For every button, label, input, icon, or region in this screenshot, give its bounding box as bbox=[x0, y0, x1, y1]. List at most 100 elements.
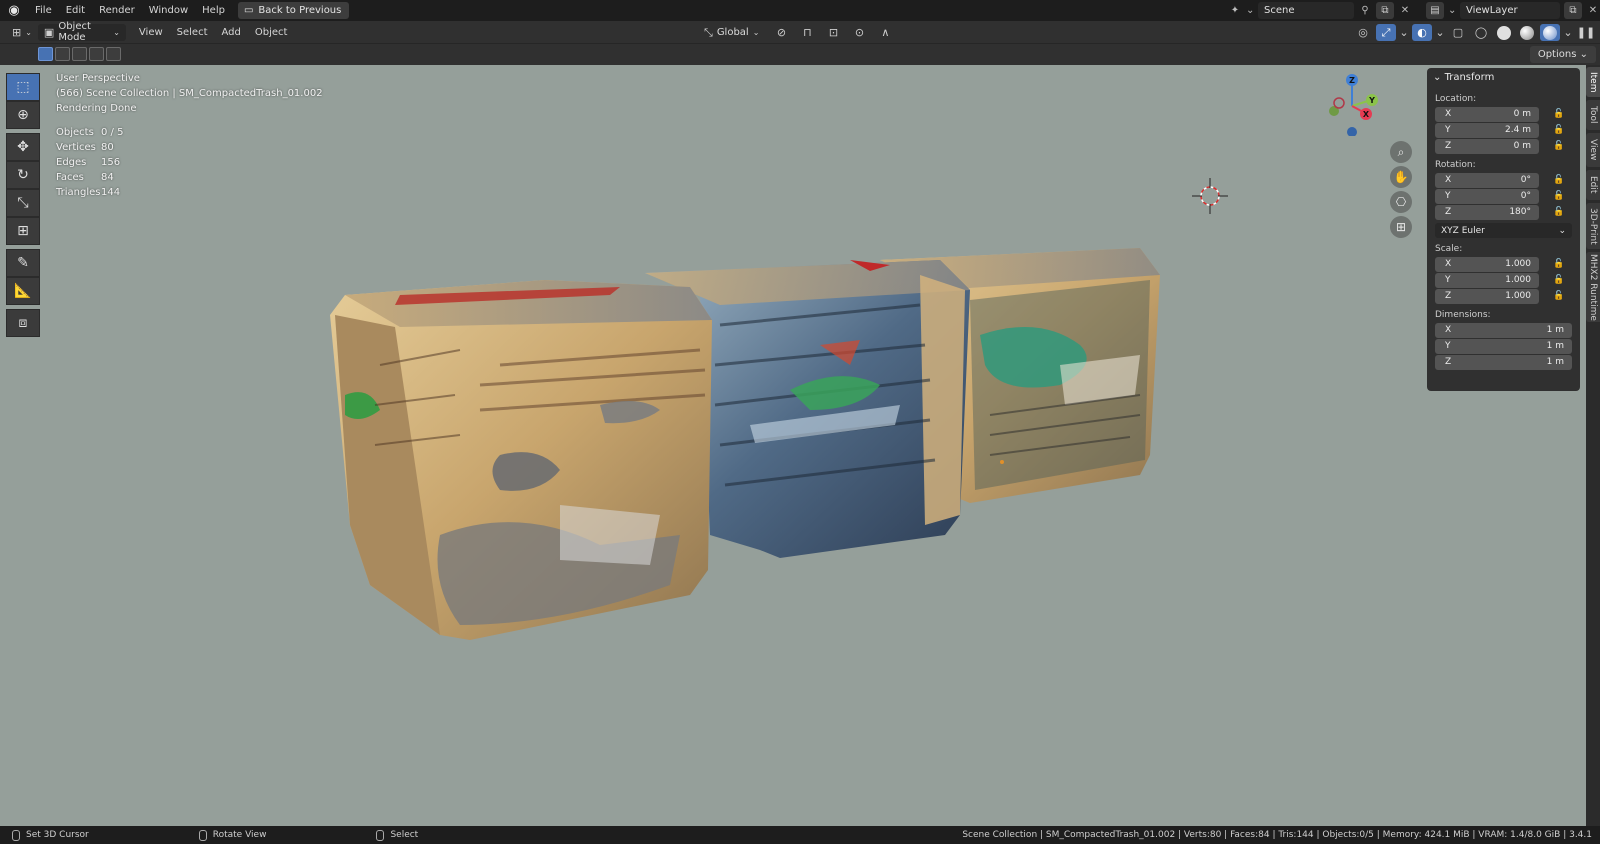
rotation-z-field[interactable]: Z 180° bbox=[1435, 204, 1539, 220]
chevron-down-icon[interactable]: ⌄ bbox=[1399, 24, 1409, 41]
lock-icon[interactable]: 🔓 bbox=[1553, 291, 1567, 301]
rendered-shading-icon[interactable] bbox=[1540, 24, 1560, 41]
menu-help[interactable]: Help bbox=[195, 0, 232, 21]
scene-name-field[interactable]: Scene bbox=[1258, 2, 1354, 19]
snap-target-icon[interactable]: ⊡ bbox=[823, 24, 843, 41]
menu-add[interactable]: Add bbox=[215, 22, 248, 43]
lock-icon[interactable]: 🔓 bbox=[1553, 191, 1567, 201]
3d-cursor-icon[interactable] bbox=[1192, 178, 1228, 214]
orientation-dropdown[interactable]: ⤡ Global ⌄ bbox=[698, 24, 765, 41]
transform-tool-icon[interactable]: ⊞ bbox=[6, 217, 40, 245]
tab-tool[interactable]: Tool bbox=[1586, 100, 1600, 130]
lock-icon[interactable]: 🔓 bbox=[1553, 175, 1567, 185]
scene-icon[interactable]: ✦ bbox=[1228, 4, 1242, 18]
lock-icon[interactable]: 🔓 bbox=[1553, 207, 1567, 217]
scale-z-field[interactable]: Z 1.000 bbox=[1435, 288, 1539, 304]
wireframe-shading-icon[interactable]: ◯ bbox=[1471, 24, 1491, 41]
select-extend-icon[interactable] bbox=[55, 47, 70, 61]
back-to-previous-button[interactable]: ▭ Back to Previous bbox=[237, 2, 350, 19]
chevron-down-icon[interactable]: ⌄ bbox=[1448, 4, 1456, 18]
move-tool-icon[interactable]: ✥ bbox=[6, 133, 40, 161]
rotation-mode-dropdown[interactable]: XYZ Euler ⌄ bbox=[1435, 223, 1572, 238]
menu-edit[interactable]: Edit bbox=[59, 0, 92, 21]
scale-y-field[interactable]: Y 1.000 bbox=[1435, 272, 1539, 288]
select-invert-icon[interactable] bbox=[89, 47, 104, 61]
gizmo-neg-x[interactable] bbox=[1333, 97, 1345, 109]
snap-icon[interactable]: ⊓ bbox=[797, 24, 817, 41]
overlays-toggle-icon[interactable]: ◐ bbox=[1412, 24, 1432, 41]
properties-n-panel: ⌄ Transform Location: X 0 m 🔓 Y 2.4 m 🔓 Z 0… bbox=[1427, 68, 1580, 391]
view-layer-icon[interactable]: ▤ bbox=[1426, 2, 1444, 19]
blender-logo-icon[interactable]: ◉ bbox=[0, 0, 28, 21]
camera-view-icon[interactable]: ⎔ bbox=[1390, 191, 1412, 213]
lock-icon[interactable]: 🔓 bbox=[1553, 259, 1567, 269]
cursor-tool-icon[interactable]: ⊕ bbox=[6, 101, 40, 129]
view-layer-field[interactable]: ViewLayer bbox=[1460, 2, 1560, 19]
solid-shading-icon[interactable] bbox=[1494, 24, 1514, 41]
scale-x-field[interactable]: X 1.000 bbox=[1435, 256, 1539, 272]
proportional-edit-icon[interactable]: ⊙ bbox=[849, 24, 869, 41]
menu-object[interactable]: Object bbox=[248, 22, 295, 43]
pivot-point-icon[interactable]: ⊘ bbox=[771, 24, 791, 41]
tab-3d-print[interactable]: 3D-Print bbox=[1586, 203, 1600, 249]
gizmo-toggle-icon[interactable]: ⤢ bbox=[1376, 24, 1396, 41]
lock-icon[interactable]: 🔓 bbox=[1553, 275, 1567, 285]
location-z-field[interactable]: Z 0 m bbox=[1435, 138, 1539, 154]
status-select: Select bbox=[376, 829, 418, 841]
tab-mhx2-runtime[interactable]: MHX2 Runtime bbox=[1586, 252, 1600, 322]
navigation-gizmo[interactable]: Z Y X bbox=[1324, 70, 1380, 136]
perspective-toggle-icon[interactable]: ⊞ bbox=[1390, 216, 1412, 238]
rotation-x-field[interactable]: X 0° bbox=[1435, 172, 1539, 188]
zoom-icon[interactable]: ⌕ bbox=[1390, 141, 1412, 163]
close-icon[interactable]: ✕ bbox=[1398, 4, 1412, 18]
annotate-tool-icon[interactable]: ✎ bbox=[6, 249, 40, 277]
trash-cube-left[interactable] bbox=[330, 280, 712, 640]
select-box-tool-icon[interactable]: ⬚ bbox=[6, 73, 40, 101]
select-intersect-icon[interactable] bbox=[106, 47, 121, 61]
location-x-field[interactable]: X 0 m bbox=[1435, 106, 1539, 122]
dimensions-z-field[interactable]: Z 1 m bbox=[1435, 354, 1572, 370]
xray-toggle-icon[interactable]: ▢ bbox=[1448, 24, 1468, 41]
gizmo-neg-z[interactable] bbox=[1347, 127, 1357, 136]
falloff-icon[interactable]: ∧ bbox=[875, 24, 895, 41]
tab-edit[interactable]: Edit bbox=[1586, 170, 1600, 200]
lock-icon[interactable]: 🔓 bbox=[1553, 141, 1567, 151]
chevron-down-icon: ⌄ bbox=[1558, 225, 1566, 236]
new-scene-icon[interactable]: ⧉ bbox=[1376, 2, 1394, 19]
menu-select[interactable]: Select bbox=[170, 22, 215, 43]
chevron-down-icon[interactable]: ⌄ bbox=[1246, 4, 1254, 18]
menu-view[interactable]: View bbox=[132, 22, 170, 43]
dimensions-y-field[interactable]: Y 1 m bbox=[1435, 338, 1572, 354]
pin-icon[interactable]: ⚲ bbox=[1358, 4, 1372, 18]
new-view-layer-icon[interactable]: ⧉ bbox=[1564, 2, 1582, 19]
scale-tool-icon[interactable]: ⤡ bbox=[6, 189, 40, 217]
dimensions-x-field[interactable]: X 1 m bbox=[1435, 322, 1572, 338]
tab-item[interactable]: Item bbox=[1586, 67, 1600, 97]
lock-icon[interactable]: 🔓 bbox=[1553, 125, 1567, 135]
gizmo-y-label: Y bbox=[1368, 96, 1375, 105]
pause-icon[interactable]: ❚❚ bbox=[1576, 24, 1596, 41]
menu-render[interactable]: Render bbox=[92, 0, 142, 21]
measure-tool-icon[interactable]: 📐 bbox=[6, 277, 40, 305]
pan-hand-icon[interactable]: ✋ bbox=[1390, 166, 1412, 188]
chevron-down-icon[interactable]: ⌄ bbox=[1435, 24, 1445, 41]
lock-icon[interactable]: 🔓 bbox=[1553, 109, 1567, 119]
select-new-icon[interactable] bbox=[38, 47, 53, 61]
location-y-field[interactable]: Y 2.4 m bbox=[1435, 122, 1539, 138]
chevron-down-icon[interactable]: ⌄ bbox=[1563, 24, 1573, 41]
menu-file[interactable]: File bbox=[28, 0, 59, 21]
rotation-y-field[interactable]: Y 0° bbox=[1435, 188, 1539, 204]
field-value: 0° bbox=[1520, 175, 1531, 185]
close-icon[interactable]: ✕ bbox=[1586, 4, 1600, 18]
rotate-tool-icon[interactable]: ↻ bbox=[6, 161, 40, 189]
options-dropdown[interactable]: Options ⌄ bbox=[1529, 46, 1596, 63]
tab-view[interactable]: View bbox=[1586, 133, 1600, 167]
editor-type-button[interactable]: ⊞ ⌄ bbox=[6, 24, 38, 41]
visibility-icon[interactable]: ◎ bbox=[1353, 24, 1373, 41]
transform-panel-header[interactable]: ⌄ Transform bbox=[1433, 68, 1572, 88]
menu-window[interactable]: Window bbox=[142, 0, 195, 21]
mode-dropdown[interactable]: ▣ Object Mode ⌄ bbox=[37, 21, 126, 43]
add-cube-tool-icon[interactable]: ⧈ bbox=[6, 309, 40, 337]
material-shading-icon[interactable] bbox=[1517, 24, 1537, 41]
select-subtract-icon[interactable] bbox=[72, 47, 87, 61]
